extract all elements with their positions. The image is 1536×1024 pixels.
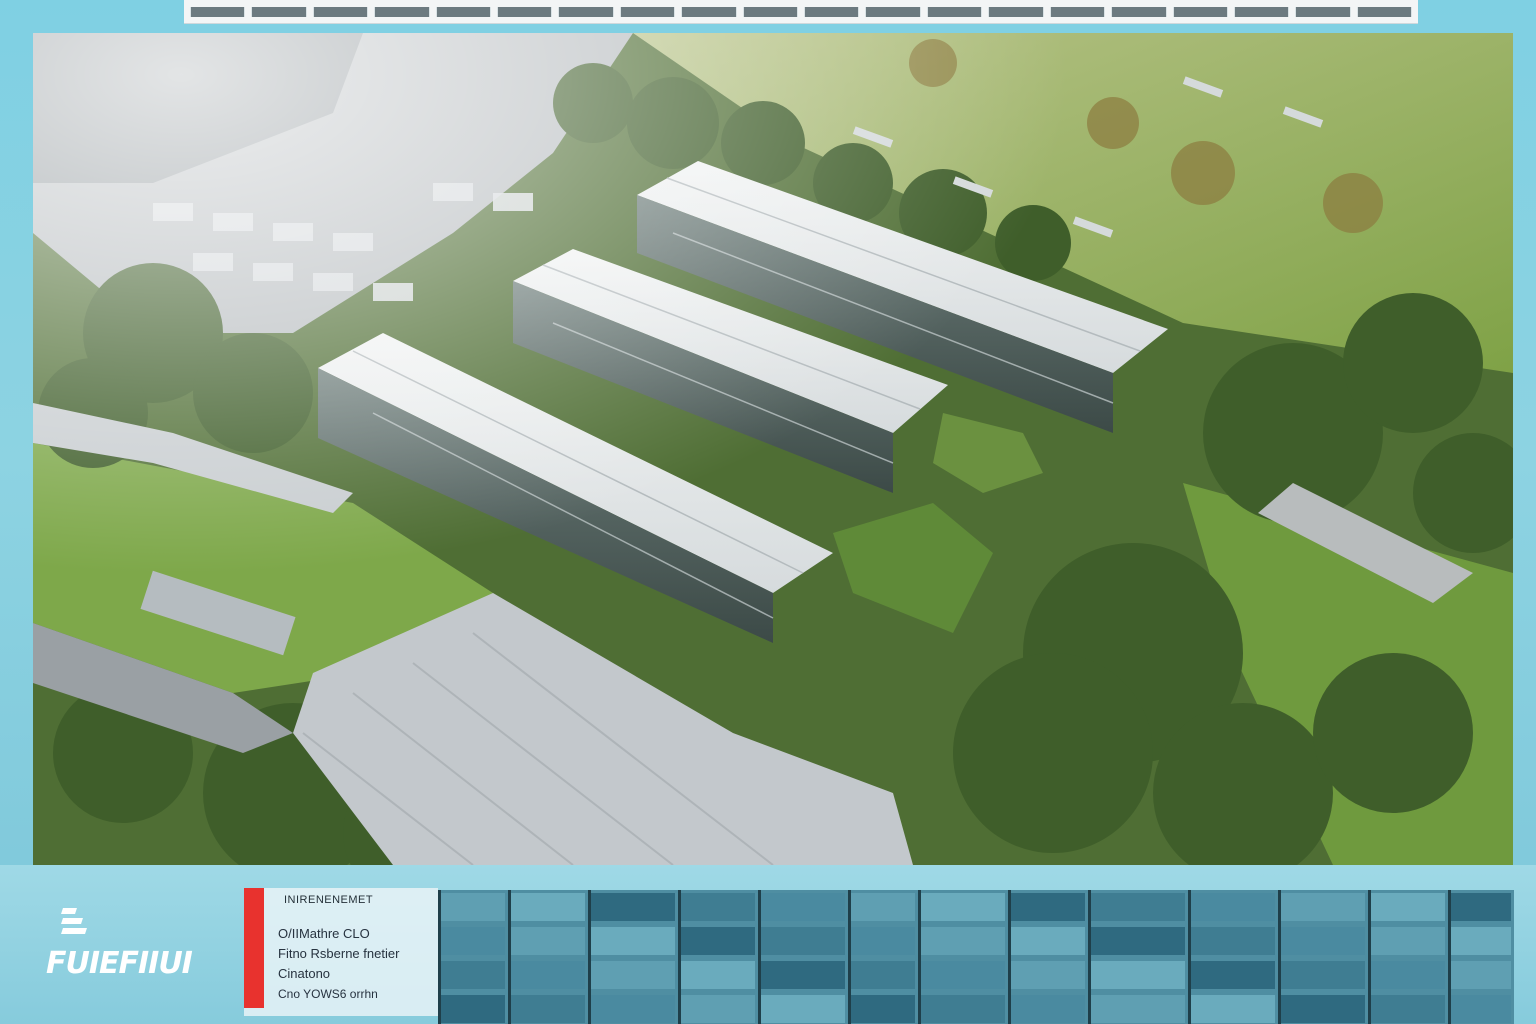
thumbnail-frame bbox=[558, 7, 614, 17]
info-title: INIRENENEMET bbox=[284, 894, 374, 906]
thumbnail-frame bbox=[1049, 7, 1106, 17]
thumbnail-frame bbox=[251, 7, 307, 17]
accent-bar bbox=[244, 888, 264, 1008]
thumbnail-frame bbox=[1233, 7, 1290, 17]
thumbnail-frame bbox=[681, 7, 737, 17]
thumbnail-frame bbox=[497, 7, 553, 17]
aerial-building-photo bbox=[33, 33, 1513, 865]
thumbnail-frame bbox=[1111, 7, 1167, 17]
thumbnail-frame bbox=[865, 7, 921, 17]
thumbnail-frame bbox=[1172, 7, 1228, 17]
thumbnail-frame bbox=[190, 7, 246, 17]
thumbnail-frame bbox=[988, 7, 1044, 17]
brand-name: FUIEFIIUI bbox=[46, 946, 193, 981]
info-card: INIRENENEMET O/IIMathre CLO Fitno Rsbern… bbox=[244, 888, 438, 1016]
thumbnail-frame bbox=[926, 7, 983, 17]
glass-facade-image bbox=[438, 890, 1514, 1024]
info-line-2: Fitno Rsberne fnetier bbox=[278, 946, 400, 961]
info-line-4: Cno YOWS6 orrhn bbox=[278, 987, 378, 1001]
thumbnail-frame bbox=[1356, 7, 1413, 17]
info-line-3: Cinatono bbox=[278, 966, 331, 981]
thumbnail-frame bbox=[312, 7, 369, 17]
brand-mark-icon bbox=[61, 908, 87, 948]
brand-logo: FUIEFIIUI bbox=[46, 908, 226, 988]
thumbnail-frame bbox=[619, 7, 676, 17]
thumbnail-frame bbox=[435, 7, 492, 17]
thumbnail-frame bbox=[1295, 7, 1351, 17]
thumbnail-frame bbox=[374, 7, 430, 17]
thumbnail-strip bbox=[184, 0, 1418, 24]
thumbnail-frame bbox=[804, 7, 860, 17]
info-line-1: O/IIMathre CLO bbox=[278, 926, 370, 941]
thumbnail-frame bbox=[742, 7, 799, 17]
